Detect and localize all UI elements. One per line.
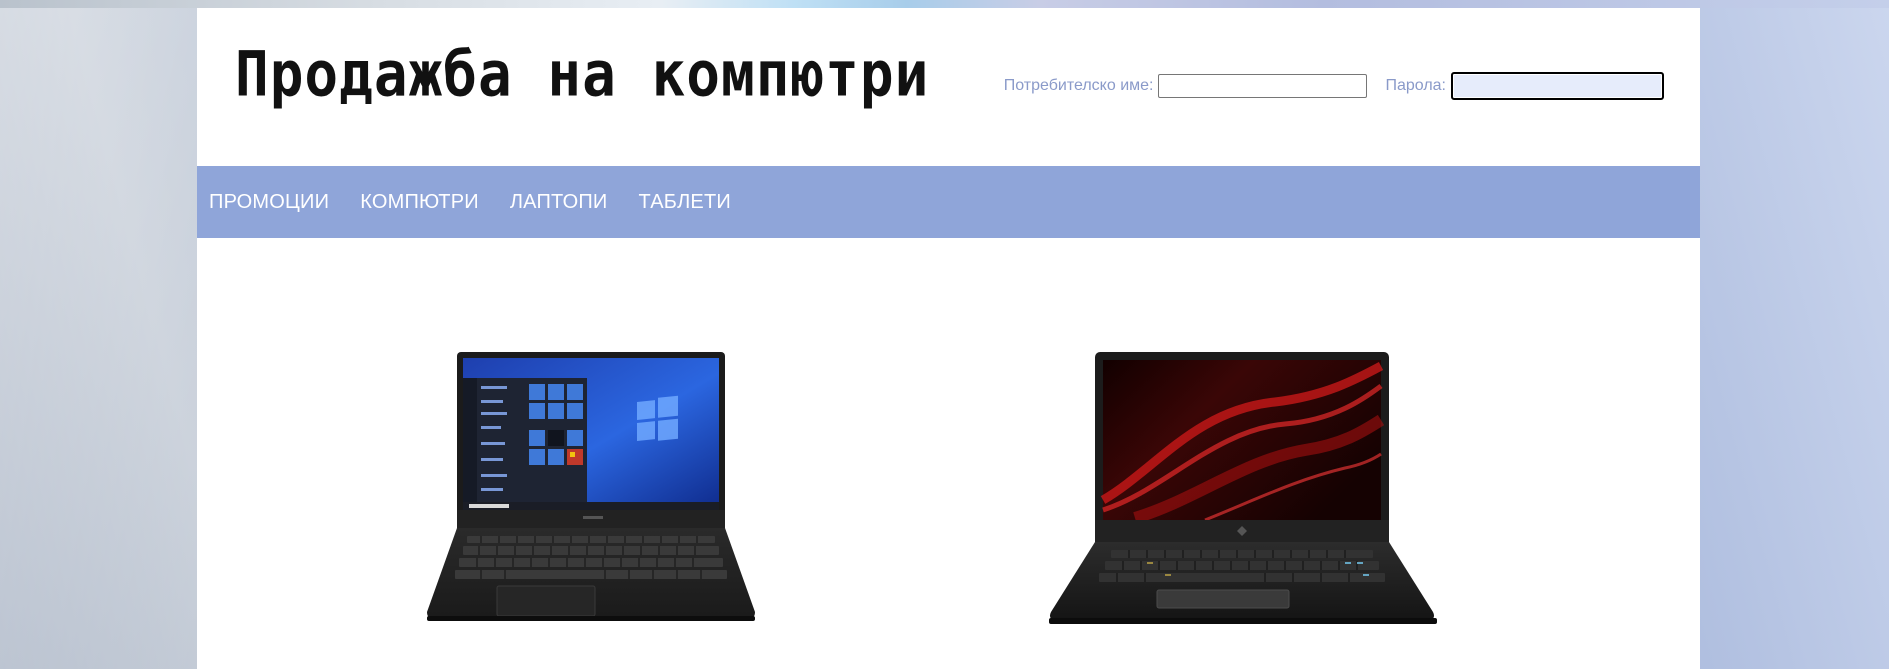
password-label: Парола: <box>1385 77 1446 94</box>
site-header: Продажба на компютри Потребителско име: … <box>197 8 1700 166</box>
laptop-windows-image[interactable] <box>415 350 767 630</box>
nav-item-tablets[interactable]: ТАБЛЕТИ <box>638 191 730 214</box>
username-input[interactable] <box>1158 74 1368 98</box>
nav-item-computers[interactable]: КОМПЮТРИ <box>360 191 479 214</box>
login-form: Потребителско име: Парола: <box>1004 72 1664 100</box>
nav-item-promotions[interactable]: ПРОМОЦИИ <box>209 191 329 214</box>
page-container: Продажба на компютри Потребителско име: … <box>197 8 1700 669</box>
site-title: Продажба на компютри <box>235 38 930 112</box>
username-label: Потребителско име: <box>1003 77 1154 94</box>
background-top-strip <box>0 0 1889 8</box>
password-input[interactable] <box>1451 72 1664 100</box>
nav-item-laptops[interactable]: ЛАПТОПИ <box>510 191 608 214</box>
gaming-laptop-image[interactable] <box>1045 350 1445 636</box>
product-grid <box>197 238 1700 669</box>
main-nav: ПРОМОЦИИ КОМПЮТРИ ЛАПТОПИ ТАБЛЕТИ <box>197 166 1700 238</box>
